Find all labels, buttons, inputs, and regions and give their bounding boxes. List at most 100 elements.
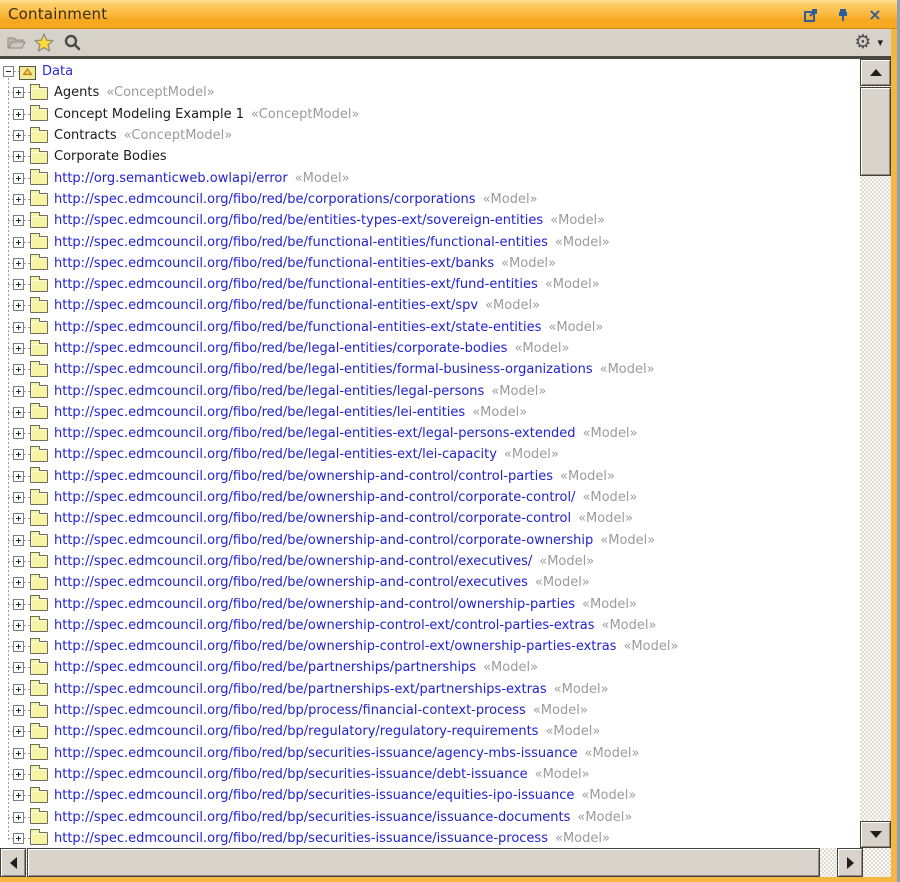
expand-toggle-icon[interactable] <box>13 343 24 354</box>
expand-toggle-icon[interactable] <box>13 662 24 673</box>
tree-node[interactable]: Corporate Bodies <box>0 146 858 167</box>
tree-node[interactable]: http://spec.edmcouncil.org/fibo/red/be/p… <box>0 679 858 700</box>
expand-toggle-icon[interactable] <box>13 428 24 439</box>
expand-toggle-icon[interactable] <box>13 748 24 759</box>
expand-toggle-icon[interactable] <box>13 790 24 801</box>
expand-toggle-icon[interactable] <box>13 151 24 162</box>
tree-node-label: http://spec.edmcouncil.org/fibo/red/be/l… <box>54 341 507 356</box>
chevron-down-icon[interactable]: ▾ <box>877 36 883 49</box>
expand-toggle-icon[interactable] <box>13 300 24 311</box>
expand-toggle-icon[interactable] <box>13 641 24 652</box>
tree-node[interactable]: Agents «ConceptModel» <box>0 82 858 103</box>
close-icon[interactable]: × <box>867 7 883 23</box>
tree-node[interactable]: http://spec.edmcouncil.org/fibo/red/bp/r… <box>0 721 858 742</box>
tree-node[interactable]: http://spec.edmcouncil.org/fibo/red/bp/s… <box>0 828 858 848</box>
gear-icon[interactable]: ⚙ <box>854 33 871 52</box>
tree-node[interactable]: http://spec.edmcouncil.org/fibo/red/be/l… <box>0 338 858 359</box>
tree-node[interactable]: http://org.semanticweb.owlapi/error «Mod… <box>0 167 858 188</box>
expand-toggle-icon[interactable] <box>13 194 24 205</box>
expand-toggle-icon[interactable] <box>13 513 24 524</box>
tree-node[interactable]: http://spec.edmcouncil.org/fibo/red/bp/s… <box>0 785 858 806</box>
expand-toggle-icon[interactable] <box>13 556 24 567</box>
tree-node[interactable]: http://spec.edmcouncil.org/fibo/red/be/e… <box>0 210 858 231</box>
tree-node-label: http://spec.edmcouncil.org/fibo/red/bp/p… <box>54 703 526 718</box>
scroll-up-button[interactable] <box>860 59 891 86</box>
tree-node[interactable]: http://spec.edmcouncil.org/fibo/red/be/o… <box>0 508 858 529</box>
float-window-glyph <box>804 8 818 22</box>
vertical-scrollbar-thumb[interactable] <box>860 87 891 176</box>
expand-toggle-icon[interactable] <box>13 577 24 588</box>
tree-node[interactable]: http://spec.edmcouncil.org/fibo/red/be/l… <box>0 359 858 380</box>
tree-node[interactable]: http://spec.edmcouncil.org/fibo/red/be/o… <box>0 487 858 508</box>
expand-toggle-icon[interactable] <box>13 535 24 546</box>
tree-node[interactable]: http://spec.edmcouncil.org/fibo/red/be/p… <box>0 657 858 678</box>
tree-node[interactable]: http://spec.edmcouncil.org/fibo/red/be/f… <box>0 274 858 295</box>
tree-node-stereotype: «Model» <box>539 554 594 569</box>
tree-node[interactable]: http://spec.edmcouncil.org/fibo/red/be/l… <box>0 402 858 423</box>
tree-node[interactable]: http://spec.edmcouncil.org/fibo/red/be/o… <box>0 551 858 572</box>
expand-toggle-icon[interactable] <box>13 769 24 780</box>
favorites-button[interactable] <box>32 31 56 54</box>
tree-node[interactable]: http://spec.edmcouncil.org/fibo/red/be/f… <box>0 231 858 252</box>
expand-toggle-icon[interactable] <box>13 726 24 737</box>
expand-toggle-icon[interactable] <box>13 812 24 823</box>
tree-node[interactable]: http://spec.edmcouncil.org/fibo/red/be/o… <box>0 530 858 551</box>
expand-toggle-icon[interactable] <box>13 471 24 482</box>
tree-node[interactable]: http://spec.edmcouncil.org/fibo/red/be/o… <box>0 466 858 487</box>
tree-node[interactable]: http://spec.edmcouncil.org/fibo/red/be/c… <box>0 189 858 210</box>
tree-root-node[interactable]: Data <box>0 61 858 82</box>
tree-node[interactable]: http://spec.edmcouncil.org/fibo/red/be/l… <box>0 444 858 465</box>
tree-node-stereotype: «Model» <box>578 511 633 526</box>
expand-toggle-icon[interactable] <box>13 599 24 610</box>
expand-toggle-icon[interactable] <box>13 237 24 248</box>
tree-node[interactable]: http://spec.edmcouncil.org/fibo/red/be/f… <box>0 253 858 274</box>
tree-node[interactable]: http://spec.edmcouncil.org/fibo/red/bp/s… <box>0 743 858 764</box>
tree-node-label: http://spec.edmcouncil.org/fibo/red/be/o… <box>54 469 553 484</box>
search-button[interactable] <box>60 31 84 54</box>
expand-toggle-icon[interactable] <box>13 130 24 141</box>
tree-node[interactable]: http://spec.edmcouncil.org/fibo/red/be/o… <box>0 615 858 636</box>
expand-toggle-icon[interactable] <box>13 173 24 184</box>
package-folder-icon <box>30 492 48 505</box>
expand-toggle-icon[interactable] <box>13 705 24 716</box>
collapse-toggle-icon[interactable] <box>3 66 14 77</box>
tree-node[interactable]: Concept Modeling Example 1 «ConceptModel… <box>0 104 858 125</box>
scroll-down-button[interactable] <box>860 821 891 848</box>
tree-node[interactable]: http://spec.edmcouncil.org/fibo/red/bp/p… <box>0 700 858 721</box>
tree-node[interactable]: http://spec.edmcouncil.org/fibo/red/be/l… <box>0 423 858 444</box>
scroll-left-button[interactable] <box>0 848 26 877</box>
expand-toggle-icon[interactable] <box>13 620 24 631</box>
expand-toggle-icon[interactable] <box>13 322 24 333</box>
tree-node[interactable]: Contracts «ConceptModel» <box>0 125 858 146</box>
open-project-button[interactable] <box>4 31 28 54</box>
expand-toggle-icon[interactable] <box>13 386 24 397</box>
scroll-right-button[interactable] <box>837 848 863 877</box>
expand-toggle-icon[interactable] <box>13 684 24 695</box>
expand-toggle-icon[interactable] <box>13 492 24 503</box>
tree-node[interactable]: http://spec.edmcouncil.org/fibo/red/be/o… <box>0 636 858 657</box>
expand-toggle-icon[interactable] <box>13 87 24 98</box>
expand-toggle-icon[interactable] <box>13 258 24 269</box>
package-folder-icon <box>30 449 48 462</box>
horizontal-scrollbar-thumb[interactable] <box>27 848 820 877</box>
expand-toggle-icon[interactable] <box>13 109 24 120</box>
expand-toggle-icon[interactable] <box>13 364 24 375</box>
tree-node[interactable]: http://spec.edmcouncil.org/fibo/red/be/o… <box>0 593 858 614</box>
float-window-icon[interactable] <box>803 7 819 23</box>
arrow-up-icon <box>870 69 882 76</box>
vertical-scrollbar[interactable] <box>860 59 891 848</box>
search-icon <box>64 34 81 51</box>
tree-node[interactable]: http://spec.edmcouncil.org/fibo/red/bp/s… <box>0 764 858 785</box>
expand-toggle-icon[interactable] <box>13 449 24 460</box>
expand-toggle-icon[interactable] <box>13 279 24 290</box>
tree-node[interactable]: http://spec.edmcouncil.org/fibo/red/be/l… <box>0 380 858 401</box>
tree-node[interactable]: http://spec.edmcouncil.org/fibo/red/be/f… <box>0 317 858 338</box>
expand-toggle-icon[interactable] <box>13 407 24 418</box>
tree-node[interactable]: http://spec.edmcouncil.org/fibo/red/be/f… <box>0 295 858 316</box>
pin-icon[interactable] <box>835 7 851 23</box>
tree-node[interactable]: http://spec.edmcouncil.org/fibo/red/be/o… <box>0 572 858 593</box>
tree-node[interactable]: http://spec.edmcouncil.org/fibo/red/bp/s… <box>0 806 858 827</box>
horizontal-scrollbar[interactable] <box>0 848 863 877</box>
expand-toggle-icon[interactable] <box>13 833 24 844</box>
expand-toggle-icon[interactable] <box>13 215 24 226</box>
